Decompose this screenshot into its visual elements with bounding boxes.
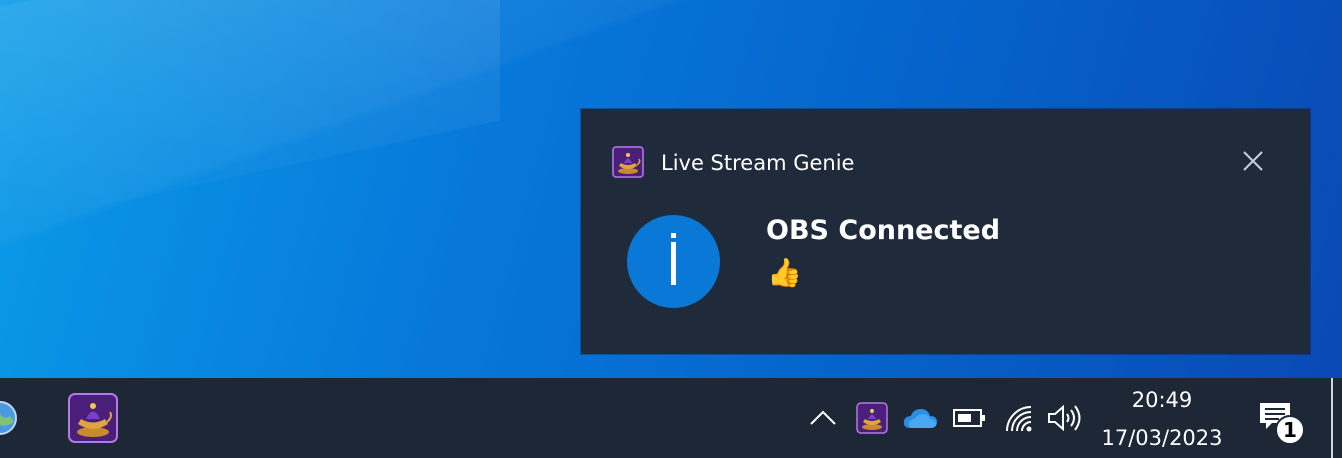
chevron-up-icon[interactable]	[808, 406, 838, 430]
notification-title: OBS Connected	[766, 215, 1001, 246]
onedrive-cloud-icon[interactable]	[902, 406, 938, 430]
close-icon[interactable]	[1236, 144, 1270, 178]
notification-app-name: Live Stream Genie	[661, 151, 855, 175]
genie-lamp-icon[interactable]	[856, 402, 888, 434]
notification-count-badge: 1	[1275, 415, 1305, 445]
clock-date[interactable]: 17/03/2023	[1100, 424, 1224, 452]
battery-icon[interactable]	[953, 407, 987, 429]
clock-time[interactable]: 20:49	[1100, 386, 1224, 414]
genie-lamp-icon	[612, 146, 644, 178]
taskbar-genie-app-button[interactable]	[68, 393, 118, 443]
genie-lamp-icon	[68, 393, 118, 447]
toast-notification[interactable]: Live Stream Genie OBS Connected 👍	[581, 109, 1310, 354]
wifi-icon[interactable]	[1003, 403, 1035, 433]
info-icon	[627, 215, 720, 308]
taskbar: 20:49 17/03/2023 1	[0, 378, 1342, 458]
globe-icon[interactable]	[0, 398, 18, 438]
show-desktop-divider[interactable]	[1331, 378, 1333, 458]
volume-icon[interactable]	[1046, 403, 1082, 433]
notification-body: 👍	[767, 256, 802, 289]
